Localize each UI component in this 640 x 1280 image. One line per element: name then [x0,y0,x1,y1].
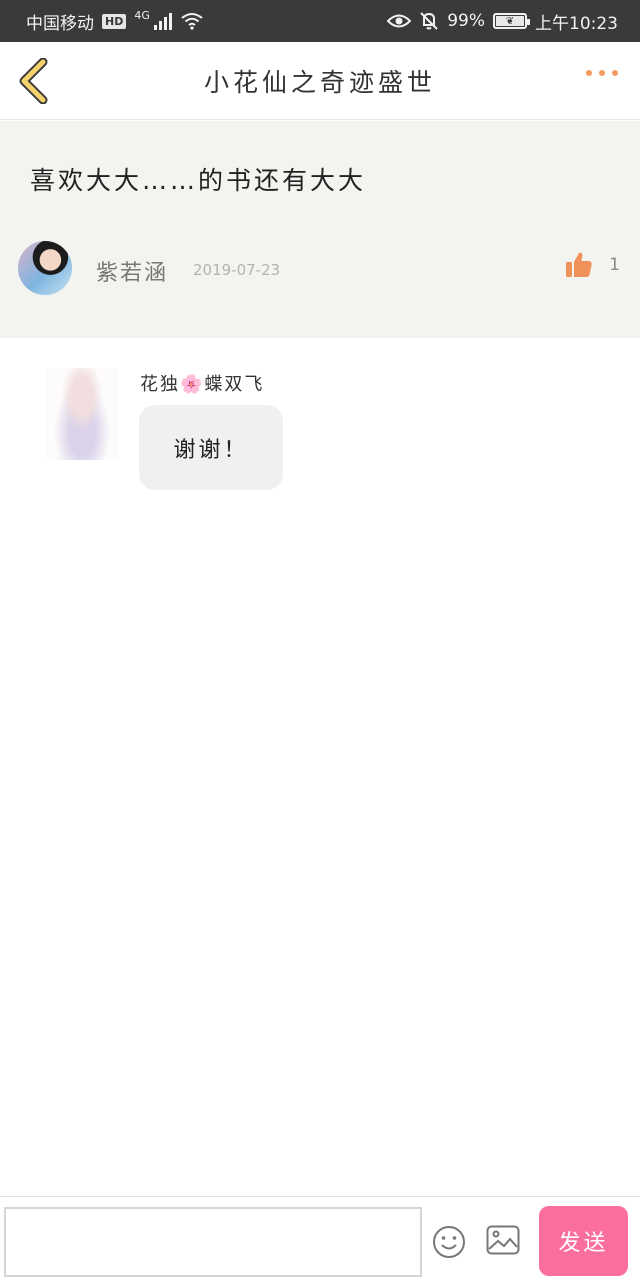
network-type: 4G [134,8,150,22]
back-icon[interactable] [16,58,52,104]
status-left: 中国移动 HD 4G [26,9,204,34]
thumbs-up-icon [566,252,592,277]
page-title: 小花仙之奇迹盛世 [203,67,436,97]
mute-bell-icon [420,12,438,30]
wifi-icon [181,13,203,30]
flower-emoji: 🌸 [180,374,205,395]
commenter-name[interactable]: 紫若涵 [96,255,168,287]
hd-badge: HD [102,13,127,29]
dot-icon [586,70,592,76]
message-input[interactable] [4,1207,422,1277]
comment-date: 2019-07-23 [193,261,281,279]
replier-avatar[interactable] [46,368,118,460]
comment-panel: 喜欢大大……的书还有大大 紫若涵 2019-07-23 1 [0,121,640,338]
replier-name-part: 蝶双飞 [204,374,265,395]
comment-text: 喜欢大大……的书还有大大 [30,166,367,195]
input-bar: 发送 [0,1196,640,1280]
title-bar: 小花仙之奇迹盛世 [0,42,640,120]
battery-icon: ❦ [493,13,530,29]
reply-text: 谢谢！ [173,437,249,463]
battery-percent: 99% [447,11,485,31]
status-bar: 中国移动 HD 4G 99% ❦ 上午10:23 [0,0,640,42]
eye-icon [387,14,412,28]
clock: 上午10:23 [535,13,618,34]
reply-bubble: 谢谢！ [139,405,283,490]
dot-icon [612,70,618,76]
commenter-avatar[interactable] [18,241,72,295]
image-icon[interactable] [486,1225,520,1255]
like-button[interactable]: 1 [565,251,620,279]
dot-icon [599,70,605,76]
status-right: 99% ❦ 上午10:23 [387,9,618,34]
more-options-button[interactable] [586,70,618,76]
replier-name[interactable]: 花独🌸蝶双飞 [140,370,264,396]
chat-page: 中国移动 HD 4G 99% ❦ 上午10:23 小花仙之奇迹盛世 喜欢大大……… [0,0,640,1280]
send-button[interactable]: 发送 [539,1206,628,1276]
replier-name-part: 花独 [140,374,180,395]
emoji-icon[interactable] [432,1225,466,1259]
like-count: 1 [609,255,620,275]
signal-icon [153,12,172,30]
carrier-label: 中国移动 [26,13,94,34]
